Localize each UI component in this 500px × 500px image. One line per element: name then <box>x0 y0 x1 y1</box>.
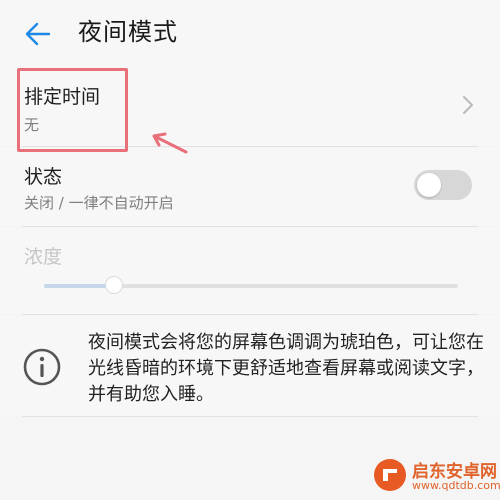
watermark-url: www.qdtdb.com <box>412 479 500 492</box>
slider-fill <box>44 284 115 288</box>
info-circle-icon <box>23 348 61 386</box>
toggle-knob <box>417 173 441 197</box>
status-row: 状态 关闭 / 一律不自动开启 <box>0 148 500 226</box>
watermark-logo-icon <box>374 459 406 491</box>
divider <box>22 416 478 417</box>
divider <box>22 226 478 227</box>
divider <box>22 146 478 147</box>
divider <box>22 314 478 315</box>
status-toggle[interactable] <box>414 170 472 200</box>
arrow-left-icon <box>25 22 51 46</box>
back-button[interactable] <box>18 14 58 54</box>
schedule-row[interactable]: 排定时间 无 <box>0 64 500 146</box>
status-value: 关闭 / 一律不自动开启 <box>24 194 174 212</box>
status-title: 状态 <box>24 166 63 188</box>
info-text: 夜间模式会将您的屏幕色调调为琥珀色，可让您在光线昏暗的环境下更舒适地查看屏幕或阅… <box>88 332 484 405</box>
intensity-title: 浓度 <box>24 246 63 268</box>
schedule-title: 排定时间 <box>24 86 101 108</box>
info-block: 夜间模式会将您的屏幕色调调为琥珀色，可让您在光线昏暗的环境下更舒适地查看屏幕或阅… <box>0 316 500 416</box>
watermark-name: 启东安卓网 <box>412 462 497 482</box>
page-title: 夜间模式 <box>78 18 178 46</box>
intensity-slider[interactable] <box>44 276 458 294</box>
intensity-row: 浓度 <box>0 228 500 314</box>
night-mode-screen: 夜间模式 排定时间 无 状态 关闭 / 一律不自动开启 浓度 夜间模式会将您的屏… <box>0 0 500 500</box>
slider-thumb[interactable] <box>105 276 124 294</box>
app-header: 夜间模式 <box>0 0 500 64</box>
chevron-right-icon <box>463 96 473 114</box>
watermark: 启东安卓网 www.qdtdb.com <box>372 455 500 497</box>
schedule-value: 无 <box>24 116 40 134</box>
